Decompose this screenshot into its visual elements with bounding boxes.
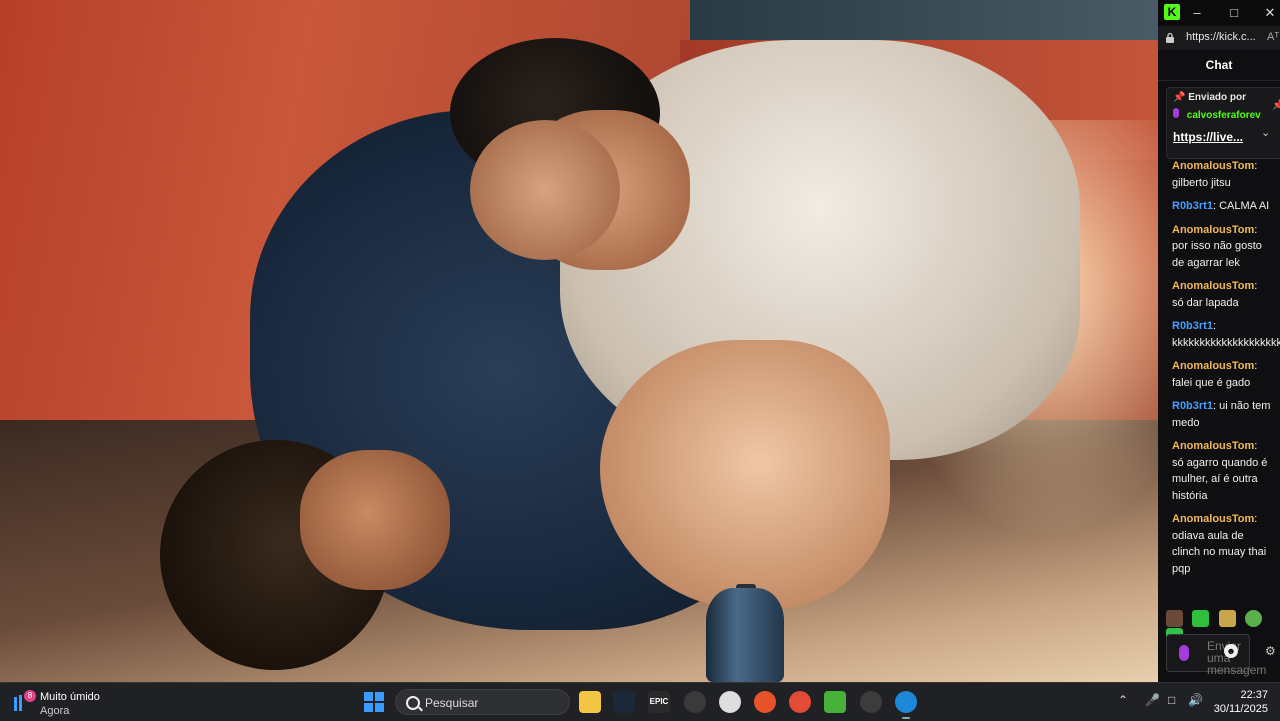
- emote-bar: [1166, 610, 1280, 646]
- emote-skull-icon[interactable]: [1245, 610, 1263, 628]
- chat-username[interactable]: R0b3rt1: [1172, 400, 1213, 412]
- file-explorer-icon[interactable]: [579, 691, 601, 713]
- chat-message: R0b3rt1: ui não tem medo: [1158, 398, 1280, 431]
- chevron-up-icon[interactable]: ⌃: [1118, 693, 1128, 707]
- chat-message: AnomalousTom: gilberto jitsu: [1158, 158, 1280, 191]
- chat-text: CALMA AI: [1219, 200, 1270, 212]
- emote-avatar-icon[interactable]: [1166, 610, 1183, 628]
- close-icon[interactable]: ✕: [1260, 3, 1280, 23]
- weather-condition: Muito úmido: [40, 691, 100, 703]
- mic-badge-icon: [1173, 108, 1179, 118]
- stream-video[interactable]: [0, 0, 1158, 682]
- emote-gold-icon[interactable]: [1218, 610, 1236, 628]
- pin-icon: 📌: [1173, 92, 1186, 103]
- chat-username[interactable]: R0b3rt1: [1172, 320, 1213, 332]
- unpin-icon[interactable]: 📌: [1272, 100, 1280, 111]
- chat-message: AnomalousTom: falei que é gado: [1158, 358, 1280, 391]
- chat-text: odiava aula de clinch no muay thai pqp: [1172, 529, 1267, 575]
- site-info-icon[interactable]: [1164, 32, 1176, 44]
- edge-icon[interactable]: [895, 691, 917, 713]
- chat-message: R0b3rt1: CALMA AI: [1158, 198, 1280, 215]
- mic-icon: [1179, 645, 1189, 661]
- emoji-icon[interactable]: ☻: [1224, 644, 1238, 658]
- github-icon[interactable]: [684, 691, 706, 713]
- minimize-icon[interactable]: –: [1186, 3, 1208, 23]
- weather-time: Agora: [40, 705, 70, 717]
- pinned-label: Enviado por: [1188, 92, 1247, 103]
- chat-separator: :: [1254, 513, 1258, 525]
- chat-separator: :: [1254, 280, 1258, 292]
- search-icon: [406, 696, 420, 710]
- chat-separator: :: [1254, 160, 1258, 172]
- url-text[interactable]: https://kick.c...: [1186, 31, 1256, 43]
- chevron-down-icon[interactable]: ⌄: [1261, 126, 1270, 139]
- chat-username[interactable]: AnomalousTom: [1172, 440, 1254, 452]
- clock-time: 22:37: [1240, 689, 1268, 701]
- chat-panel: Chat 📌 Enviado por calvosferaforev https…: [1158, 50, 1280, 682]
- video-window: [690, 0, 1158, 42]
- weather-badge: 8: [24, 690, 36, 702]
- chat-username[interactable]: R0b3rt1: [1172, 200, 1213, 212]
- chat-message: AnomalousTom: odiava aula de clinch no m…: [1158, 511, 1280, 577]
- taskbar-search[interactable]: Pesquisar: [395, 689, 570, 715]
- epic-games-icon[interactable]: EPIC: [648, 691, 670, 713]
- fighter-hand: [470, 120, 620, 260]
- chat-text: kkkkkkkkkkkkkkkkkkkkkk: [1172, 336, 1280, 349]
- chat-separator: :: [1254, 440, 1258, 452]
- chat-text: só agarro quando é mulher, aí é outra hi…: [1172, 456, 1268, 502]
- chat-messages: AnomalousTom: gilberto jitsu R0b3rt1: CAL…: [1158, 158, 1280, 604]
- chat-text: só dar lapada: [1172, 296, 1239, 309]
- windows-taskbar: 8 Muito úmido Agora Pesquisar EPIC ⌃ 🎤 □…: [0, 682, 1280, 721]
- read-aloud-icon[interactable]: Aᵀ: [1267, 31, 1279, 43]
- chat-message: R0b3rt1: kkkkkkkkkkkkkkkkkkkkkk: [1158, 318, 1280, 351]
- chat-username[interactable]: AnomalousTom: [1172, 160, 1254, 172]
- chat-username[interactable]: AnomalousTom: [1172, 360, 1254, 372]
- display-icon[interactable]: □: [1168, 693, 1175, 707]
- xbox-app-icon[interactable]: [824, 691, 846, 713]
- chat-message: AnomalousTom: só agarro quando é mulher,…: [1158, 438, 1280, 504]
- water-bottle: [706, 588, 784, 682]
- ea-app-icon[interactable]: [754, 691, 776, 713]
- volume-icon[interactable]: 🔊: [1188, 693, 1203, 707]
- fighter-bottom-face: [300, 450, 450, 590]
- system-clock[interactable]: 22:37 30/11/2025: [1202, 688, 1268, 716]
- clock-date: 30/11/2025: [1213, 703, 1268, 715]
- address-bar[interactable]: https://kick.c... Aᵀ: [1158, 26, 1280, 50]
- pinned-label-row: 📌 Enviado por: [1173, 92, 1280, 103]
- chrome-icon[interactable]: [789, 691, 811, 713]
- chat-separator: :: [1212, 320, 1217, 332]
- chat-username[interactable]: AnomalousTom: [1172, 224, 1254, 236]
- gear-icon[interactable]: ⚙: [1265, 644, 1276, 658]
- discord-icon[interactable]: [860, 691, 882, 713]
- chat-text: por isso não gosto de agarrar lek: [1172, 240, 1262, 269]
- search-placeholder: Pesquisar: [425, 696, 479, 710]
- chat-title: Chat: [1158, 50, 1280, 81]
- microphone-icon[interactable]: 🎤: [1145, 693, 1160, 707]
- kick-logo-icon: K: [1164, 4, 1180, 20]
- browser-titlebar: K – □ ✕: [1158, 0, 1280, 26]
- maximize-icon[interactable]: □: [1223, 3, 1245, 23]
- windows-start-icon[interactable]: [364, 692, 384, 712]
- pinned-user-row: calvosferaforev: [1173, 108, 1280, 121]
- chat-text: gilberto jitsu: [1172, 176, 1231, 189]
- pinned-username[interactable]: calvosferaforev: [1187, 110, 1261, 121]
- chat-separator: :: [1254, 223, 1258, 236]
- chat-message: AnomalousTom: só dar lapada: [1158, 278, 1280, 311]
- obs-icon[interactable]: [719, 691, 741, 713]
- chat-separator: :: [1254, 360, 1258, 372]
- steam-icon[interactable]: [613, 691, 635, 713]
- emote-green-icon[interactable]: [1192, 610, 1210, 628]
- chat-username[interactable]: AnomalousTom: [1172, 280, 1254, 292]
- chat-message: AnomalousTom: por isso não gosto de agar…: [1158, 222, 1280, 272]
- pinned-message[interactable]: 📌 Enviado por calvosferaforev https://li…: [1166, 87, 1280, 159]
- active-app-indicator: [902, 717, 910, 719]
- chat-username[interactable]: AnomalousTom: [1172, 513, 1254, 525]
- chat-text: falei que é gado: [1172, 376, 1251, 389]
